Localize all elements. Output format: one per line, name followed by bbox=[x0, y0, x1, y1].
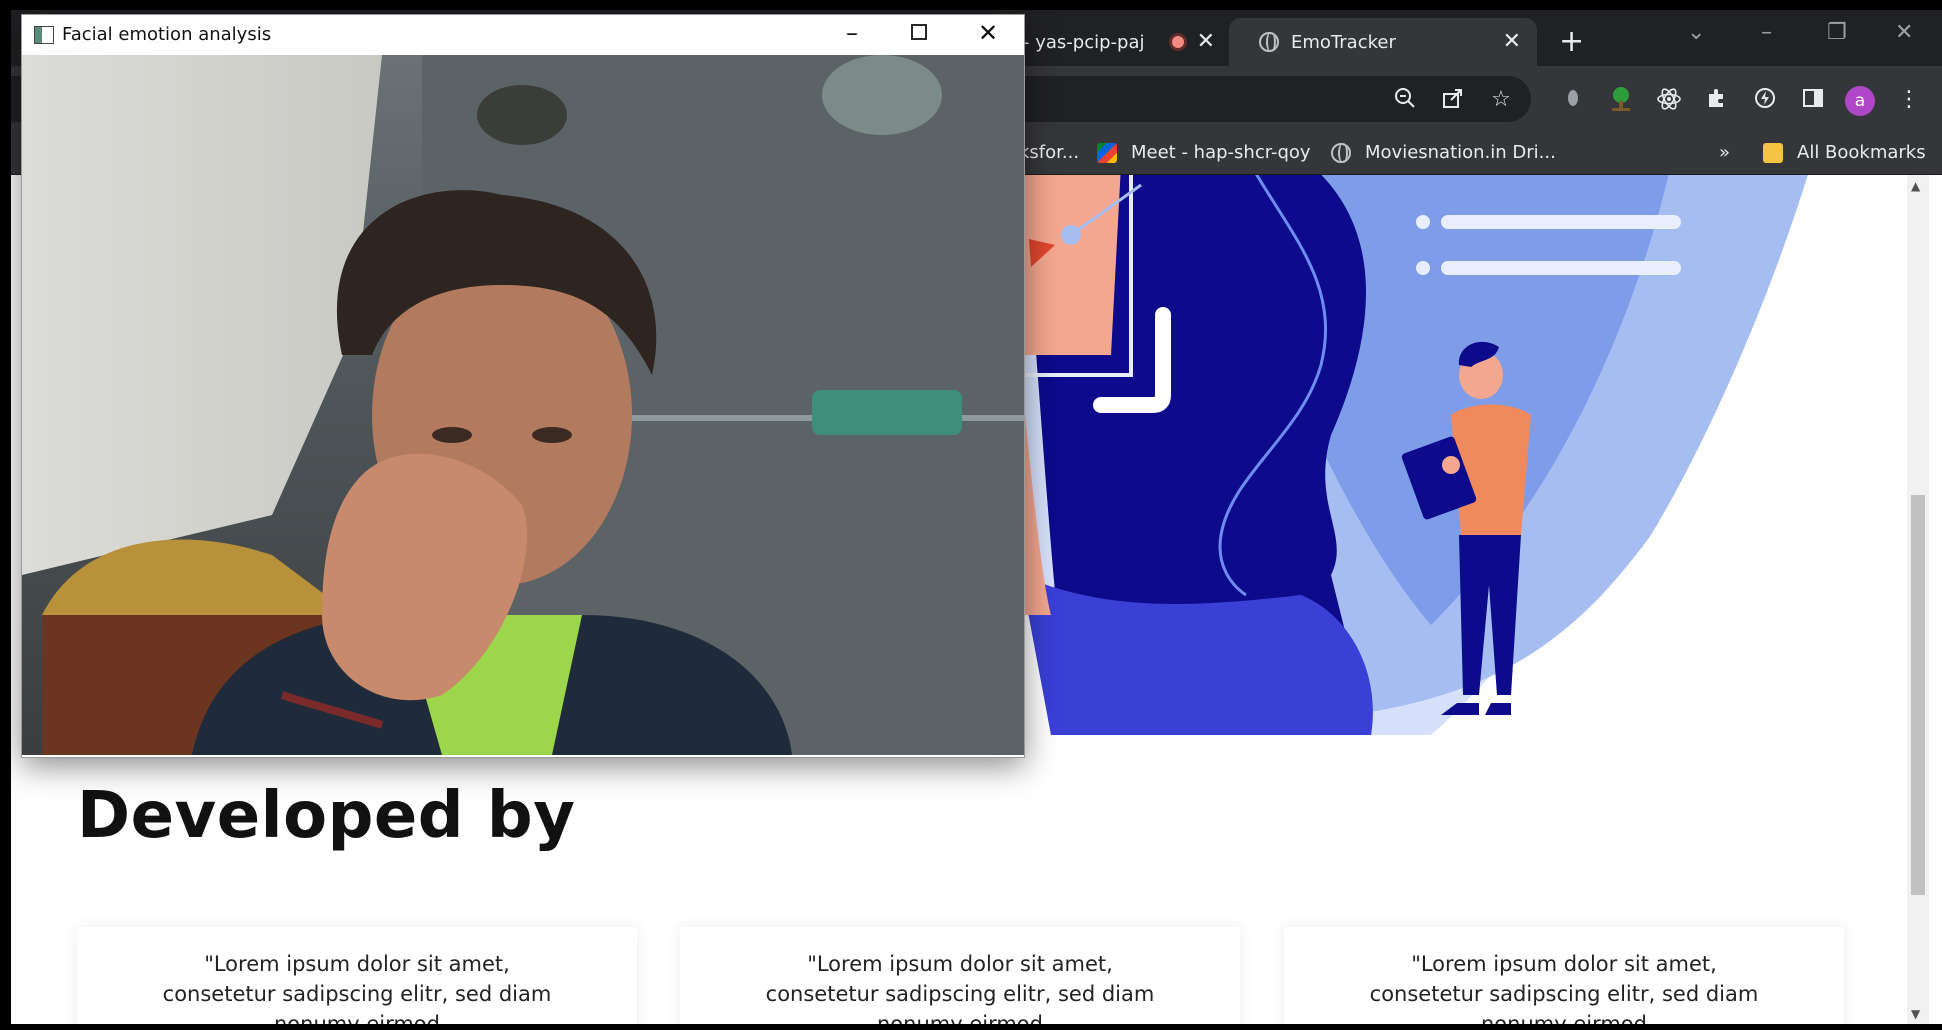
zoom-icon[interactable] bbox=[1391, 86, 1419, 114]
recording-icon bbox=[1169, 33, 1187, 51]
close-window-icon[interactable]: ✕ bbox=[1895, 20, 1913, 45]
all-bookmarks-label: All Bookmarks bbox=[1797, 142, 1926, 163]
scroll-down-arrow-icon[interactable]: ▼ bbox=[1911, 1007, 1920, 1021]
performance-icon[interactable] bbox=[1751, 86, 1779, 114]
close-icon[interactable]: ✕ bbox=[1197, 31, 1215, 53]
react-icon[interactable] bbox=[1655, 86, 1683, 114]
extensions-icon[interactable] bbox=[1703, 86, 1731, 114]
extension-tree-icon[interactable] bbox=[1607, 86, 1635, 114]
profile-avatar[interactable]: a bbox=[1845, 86, 1875, 116]
globe-icon bbox=[1331, 142, 1351, 163]
chevron-down-icon[interactable]: ⌄ bbox=[1687, 20, 1705, 45]
side-panel-icon[interactable] bbox=[1799, 86, 1827, 114]
bookmark-meet[interactable]: Meet - hap-shcr-qoy bbox=[1097, 142, 1311, 163]
scroll-up-arrow-icon[interactable]: ▲ bbox=[1911, 179, 1920, 193]
camera-window[interactable]: Facial emotion analysis – ✕ bbox=[21, 14, 1025, 758]
minimize-icon[interactable]: – bbox=[1761, 20, 1772, 45]
star-icon[interactable]: ☆ bbox=[1487, 86, 1515, 114]
developer-card: "Lorem ipsum dolor sit amet, consetetur … bbox=[1284, 927, 1844, 1024]
card-text: "Lorem ipsum dolor sit amet, consetetur … bbox=[1369, 952, 1759, 1024]
minimize-icon[interactable]: – bbox=[846, 19, 858, 47]
scrollbar-thumb[interactable] bbox=[1911, 495, 1925, 895]
close-icon[interactable]: ✕ bbox=[978, 19, 998, 47]
extension-mouse-icon[interactable] bbox=[1559, 86, 1587, 114]
folder-icon bbox=[1763, 142, 1783, 163]
tab-emotracker[interactable]: EmoTracker ✕ bbox=[1229, 18, 1537, 66]
share-icon[interactable] bbox=[1439, 86, 1467, 114]
tab-meet[interactable]: - yas-pcip-paj ✕ bbox=[1011, 18, 1231, 66]
card-text: "Lorem ipsum dolor sit amet, consetetur … bbox=[162, 952, 552, 1024]
bookmark-moviesnation[interactable]: Moviesnation.in Dri... bbox=[1331, 142, 1556, 163]
bookmark-item[interactable]: ksfor... bbox=[1019, 142, 1079, 163]
close-icon[interactable]: ✕ bbox=[1503, 31, 1521, 53]
webcam-feed-image bbox=[22, 55, 1024, 755]
new-tab-button[interactable]: + bbox=[1559, 24, 1584, 59]
camera-window-title: Facial emotion analysis bbox=[62, 24, 272, 45]
developer-card: "Lorem ipsum dolor sit amet, consetetur … bbox=[77, 927, 637, 1024]
bookmarks-overflow-button[interactable]: » bbox=[1719, 142, 1730, 163]
section-title: Developed by bbox=[77, 779, 576, 853]
developer-card: "Lorem ipsum dolor sit amet, consetetur … bbox=[680, 927, 1240, 1024]
menu-kebab-icon[interactable]: ⋮ bbox=[1895, 86, 1923, 114]
globe-icon bbox=[1259, 32, 1279, 52]
page-scrollbar[interactable]: ▲ ▼ bbox=[1907, 175, 1929, 1024]
tab-label: - yas-pcip-paj bbox=[1023, 31, 1145, 53]
all-bookmarks-button[interactable]: All Bookmarks bbox=[1763, 142, 1926, 163]
meet-icon bbox=[1097, 142, 1117, 163]
bookmark-label: ksfor... bbox=[1019, 142, 1080, 163]
restore-icon[interactable]: ❐ bbox=[1827, 20, 1847, 45]
app-icon bbox=[34, 26, 54, 44]
maximize-icon[interactable] bbox=[908, 21, 930, 49]
card-text: "Lorem ipsum dolor sit amet, consetetur … bbox=[765, 952, 1155, 1024]
tab-label: EmoTracker bbox=[1291, 31, 1396, 53]
bookmark-label: Meet - hap-shcr-qoy bbox=[1131, 142, 1311, 163]
bookmark-label: Moviesnation.in Dri... bbox=[1365, 142, 1556, 163]
camera-window-titlebar[interactable]: Facial emotion analysis – ✕ bbox=[22, 15, 1024, 55]
